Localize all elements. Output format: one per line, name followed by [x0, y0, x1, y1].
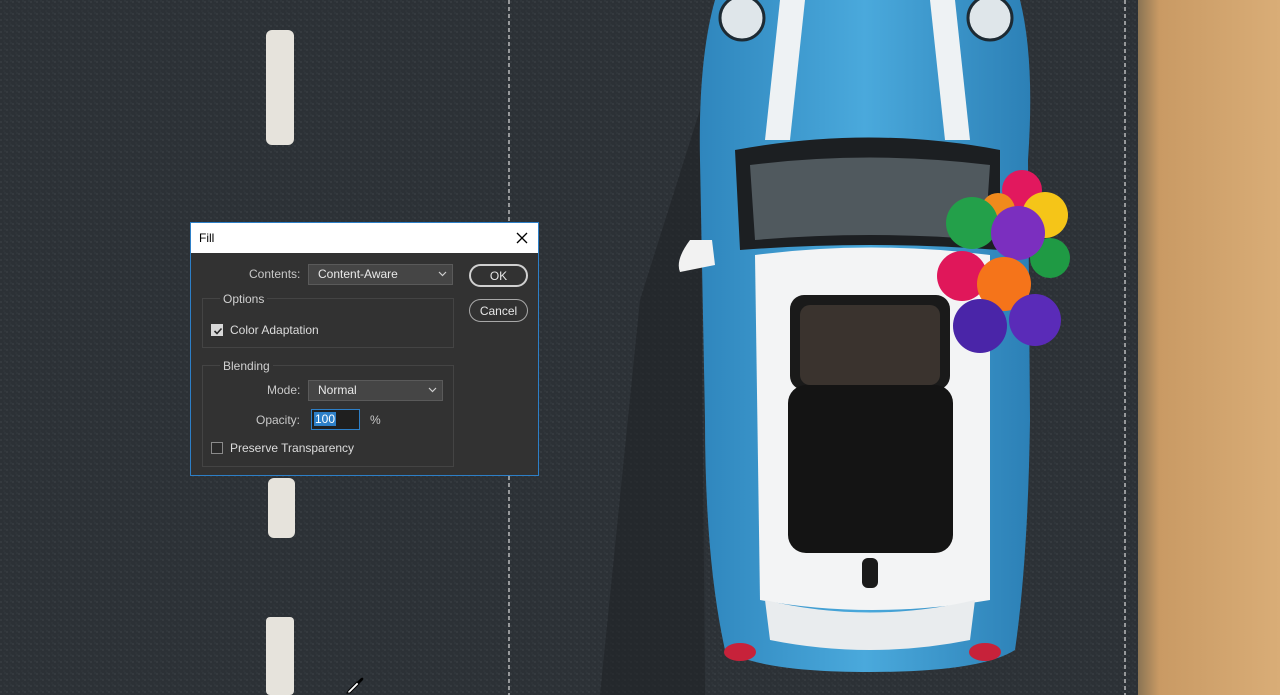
fill-dialog: Fill Contents: Content-Aware OK Cancel O… — [190, 222, 539, 476]
lane-marking — [266, 617, 294, 695]
cancel-button[interactable]: Cancel — [469, 299, 528, 322]
contents-select-value: Content-Aware — [318, 267, 398, 281]
lane-marking — [268, 478, 295, 538]
preserve-transparency-checkbox[interactable] — [211, 442, 223, 454]
mode-select-value: Normal — [318, 383, 357, 397]
eyedropper-icon — [346, 677, 364, 694]
color-adaptation-label: Color Adaptation — [230, 323, 319, 337]
mode-label: Mode: — [267, 383, 301, 397]
chevron-down-icon — [428, 387, 437, 393]
mode-select[interactable]: Normal — [308, 380, 443, 401]
opacity-input-value: 100 — [314, 412, 337, 426]
opacity-unit: % — [370, 413, 381, 427]
opacity-input[interactable]: 100 — [311, 409, 360, 430]
blending-legend: Blending — [220, 359, 273, 373]
dialog-titlebar[interactable]: Fill — [191, 223, 538, 253]
checkmark-icon — [213, 327, 223, 335]
dialog-title: Fill — [199, 231, 215, 245]
opacity-label: Opacity: — [256, 413, 301, 427]
contents-label: Contents: — [249, 267, 301, 281]
ok-button[interactable]: OK — [469, 264, 528, 287]
options-legend: Options — [220, 292, 268, 306]
preserve-transparency-label: Preserve Transparency — [230, 441, 355, 455]
chevron-down-icon — [438, 271, 447, 277]
close-button[interactable] — [506, 223, 538, 253]
sand-shoulder — [1138, 0, 1280, 695]
contents-select[interactable]: Content-Aware — [308, 264, 453, 285]
close-icon — [516, 232, 528, 244]
color-adaptation-checkbox[interactable] — [211, 324, 223, 336]
lane-marking — [266, 30, 294, 145]
